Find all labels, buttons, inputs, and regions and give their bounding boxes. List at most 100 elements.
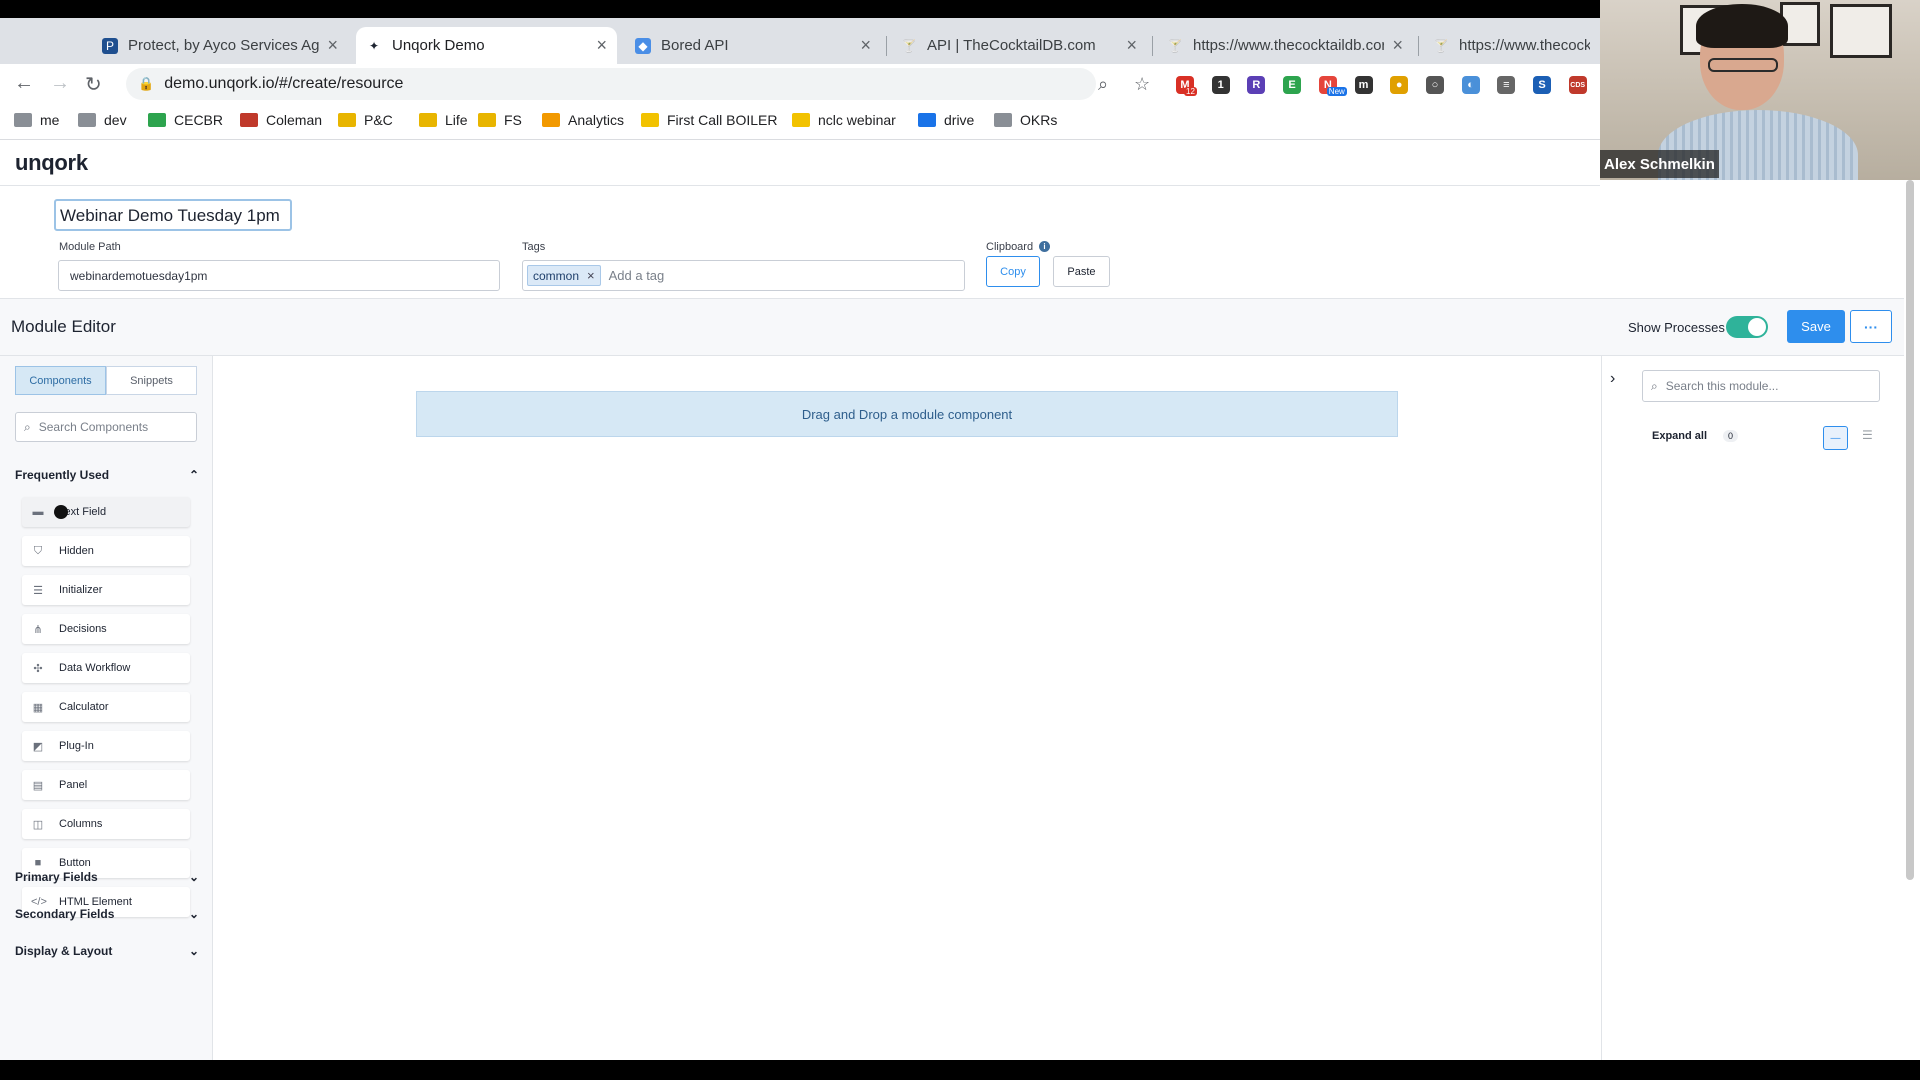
search-placeholder: Search this module... bbox=[1665, 379, 1779, 393]
search-module-input[interactable]: ⌕ Search this module... bbox=[1642, 370, 1880, 402]
show-processes-toggle[interactable] bbox=[1726, 316, 1768, 338]
tab-separator bbox=[886, 36, 887, 56]
paste-button[interactable]: Paste bbox=[1053, 256, 1110, 287]
unqork-logo[interactable]: unqork bbox=[15, 150, 88, 176]
extension-icon[interactable]: 1 bbox=[1211, 76, 1230, 94]
save-button[interactable]: Save bbox=[1787, 310, 1845, 343]
browser-tab-bored-api[interactable]: ◆ Bored API × bbox=[625, 27, 881, 64]
collapse-all-icon[interactable]: — bbox=[1823, 426, 1848, 450]
text-field-icon: ▬ bbox=[32, 506, 44, 518]
browser-tab-unqork-demo[interactable]: ✦ Unqork Demo × bbox=[356, 27, 617, 64]
tags-input[interactable]: common × Add a tag bbox=[522, 260, 965, 291]
section-title: Primary Fields bbox=[15, 870, 98, 884]
extension-icon[interactable]: m bbox=[1354, 76, 1373, 94]
close-tab-icon[interactable]: × bbox=[860, 35, 871, 56]
remove-tag-icon[interactable]: × bbox=[587, 268, 595, 283]
hidden-icon: ⛉ bbox=[33, 544, 43, 557]
tab-separator bbox=[1418, 36, 1419, 56]
bookmark-item[interactable]: Life bbox=[419, 112, 468, 128]
module-title-input[interactable]: Webinar Demo Tuesday 1pm bbox=[54, 199, 292, 231]
scrollbar[interactable] bbox=[1906, 180, 1914, 880]
address-bar[interactable]: 🔒 demo.unqork.io/#/create/resource bbox=[126, 68, 1096, 100]
frequently-used-header[interactable]: Frequently Used ⌃ bbox=[15, 468, 199, 482]
bookmark-item[interactable]: OKRs bbox=[994, 112, 1057, 128]
component-item-data-workflow[interactable]: ✣ Data Workflow bbox=[22, 653, 190, 683]
bookmark-item[interactable]: First Call BOILER bbox=[641, 112, 777, 128]
expand-all-button[interactable]: Expand all bbox=[1652, 430, 1707, 442]
bookmark-item[interactable]: me bbox=[14, 112, 59, 128]
component-item-text-field[interactable]: ▬ Text Field bbox=[22, 497, 190, 527]
primary-fields-header[interactable]: Primary Fields ⌄ bbox=[15, 870, 199, 884]
extension-icon[interactable]: ○ bbox=[1425, 76, 1444, 94]
extension-icon[interactable]: R bbox=[1247, 76, 1266, 94]
add-tag-input[interactable]: Add a tag bbox=[609, 268, 665, 283]
module-canvas[interactable]: Drag and Drop a module component bbox=[214, 356, 1601, 1060]
bookmark-item[interactable]: Coleman bbox=[240, 112, 322, 128]
module-path-label: Module Path bbox=[59, 241, 121, 253]
extension-icon[interactable]: S bbox=[1533, 76, 1551, 94]
extension-icon[interactable]: ◐ bbox=[1461, 76, 1480, 94]
mouse-cursor bbox=[54, 505, 68, 519]
tab-snippets[interactable]: Snippets bbox=[106, 366, 197, 395]
component-item-columns[interactable]: ◫ Columns bbox=[22, 809, 190, 839]
bookmark-item[interactable]: P&C bbox=[338, 112, 393, 128]
component-item-plug-in[interactable]: ◩ Plug-In bbox=[22, 731, 190, 761]
bookmark-star-icon[interactable]: ☆ bbox=[1134, 74, 1150, 95]
browser-tab-protect[interactable]: P Protect, by Ayco Services Age × bbox=[92, 27, 348, 64]
bookmark-item[interactable]: nclc webinar bbox=[792, 112, 896, 128]
favicon-icon: 🍸 bbox=[901, 38, 917, 53]
browser-tab-cocktaildb-2[interactable]: 🍸 https://www.thecockta bbox=[1423, 27, 1600, 64]
components-sidebar: Components Snippets ⌕ Search Components … bbox=[0, 356, 213, 1060]
more-options-button[interactable]: ··· bbox=[1850, 310, 1892, 343]
extension-icon[interactable]: CDS bbox=[1568, 76, 1587, 94]
module-path-input[interactable]: webinardemotuesday1pm bbox=[58, 260, 500, 291]
component-label: Button bbox=[59, 857, 91, 869]
copy-button[interactable]: Copy bbox=[986, 256, 1040, 287]
component-item-calculator[interactable]: ▦ Calculator bbox=[22, 692, 190, 722]
favicon-icon: ◆ bbox=[635, 37, 651, 54]
extension-icon[interactable]: ≡ bbox=[1497, 76, 1516, 94]
component-item-hidden[interactable]: ⛉ Hidden bbox=[22, 536, 190, 566]
toggle-knob bbox=[1748, 318, 1766, 336]
forward-icon[interactable]: → bbox=[50, 72, 70, 95]
bookmark-label: Coleman bbox=[266, 112, 323, 128]
secondary-fields-header[interactable]: Secondary Fields ⌄ bbox=[15, 907, 199, 921]
dropzone[interactable]: Drag and Drop a module component bbox=[416, 391, 1398, 437]
bookmark-item[interactable]: CECBR bbox=[148, 112, 223, 128]
browser-tab-cocktaildb-api[interactable]: 🍸 API | TheCocktailDB.com × bbox=[891, 27, 1147, 64]
component-label: Initializer bbox=[59, 584, 103, 596]
extension-icon[interactable]: E bbox=[1283, 76, 1302, 94]
info-icon[interactable]: i bbox=[1039, 241, 1050, 252]
chevron-down-icon: ⌄ bbox=[188, 944, 199, 958]
chevron-right-icon[interactable]: › bbox=[1610, 370, 1615, 388]
filter-icon[interactable]: ☰ bbox=[1862, 428, 1873, 442]
tab-title: API | TheCocktailDB.com bbox=[927, 37, 1096, 54]
bookmark-icon bbox=[240, 113, 258, 127]
bookmark-item[interactable]: dev bbox=[78, 112, 127, 128]
component-item-initializer[interactable]: ☰ Initializer bbox=[22, 575, 190, 605]
close-tab-icon[interactable]: × bbox=[596, 35, 607, 56]
bookmark-item[interactable]: FS bbox=[478, 112, 522, 128]
back-icon[interactable]: ← bbox=[14, 72, 34, 95]
bookmark-icon bbox=[542, 113, 560, 127]
folder-icon bbox=[14, 113, 32, 127]
bookmark-item[interactable]: Analytics bbox=[542, 112, 624, 128]
bookmark-label: CECBR bbox=[174, 112, 224, 128]
display-layout-header[interactable]: Display & Layout ⌄ bbox=[15, 944, 199, 958]
close-tab-icon[interactable]: × bbox=[327, 35, 338, 56]
bookmark-item[interactable]: drive bbox=[918, 112, 974, 128]
close-tab-icon[interactable]: × bbox=[1126, 35, 1137, 56]
component-item-decisions[interactable]: ⋔ Decisions bbox=[22, 614, 190, 644]
calculator-icon: ▦ bbox=[32, 701, 44, 714]
bookmark-label: First Call BOILER bbox=[667, 112, 778, 128]
close-tab-icon[interactable]: × bbox=[1392, 35, 1403, 56]
search-components-input[interactable]: ⌕ Search Components bbox=[15, 412, 197, 442]
url-text: demo.unqork.io/#/create/resource bbox=[164, 75, 404, 92]
reload-icon[interactable]: ↻ bbox=[85, 72, 102, 97]
extension-icon[interactable]: ● bbox=[1390, 76, 1409, 94]
tab-components[interactable]: Components bbox=[15, 366, 106, 395]
component-label: Data Workflow bbox=[59, 662, 131, 674]
browser-tab-cocktaildb-1[interactable]: 🍸 https://www.thecocktaildb.cor × bbox=[1157, 27, 1413, 64]
zoom-icon[interactable]: ⌕ bbox=[1098, 74, 1108, 95]
component-item-panel[interactable]: ▤ Panel bbox=[22, 770, 190, 800]
